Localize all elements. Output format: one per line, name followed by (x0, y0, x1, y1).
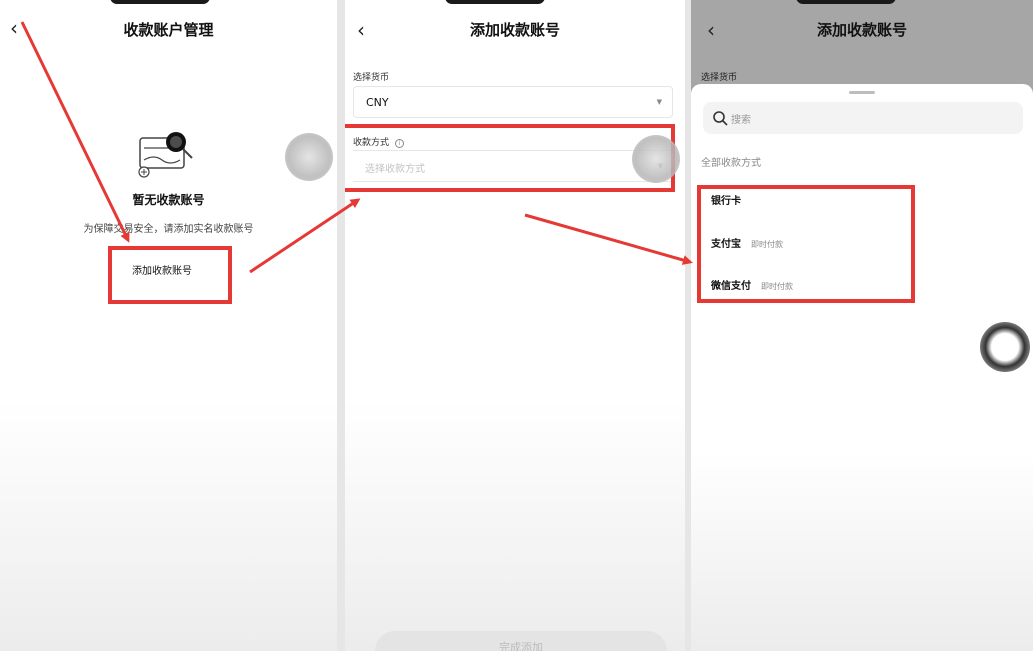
search-placeholder: 搜索 (731, 115, 751, 126)
phone-notch (445, 0, 545, 4)
phone-notch (796, 0, 896, 4)
sheet-handle[interactable] (849, 91, 875, 94)
empty-card-search-icon (138, 132, 193, 178)
screen-payment-method-sheet: ‹ 添加收款账号 选择货币 搜索 全部收款方式 银行卡 支付宝 即时付款 微信支付… (691, 0, 1033, 651)
complete-add-button[interactable]: 完成添加 (375, 631, 667, 651)
currency-label: 选择货币 (353, 73, 390, 83)
touch-indicator-icon (632, 135, 680, 183)
add-account-button[interactable]: 添加收款账号 (108, 246, 232, 304)
fade-overlay (0, 401, 337, 651)
section-title: 全部收款方式 (701, 158, 761, 169)
search-input[interactable]: 搜索 (703, 102, 1023, 134)
fade-overlay (345, 401, 685, 651)
highlight-box (697, 185, 915, 303)
page-title: 收款账户管理 (123, 21, 214, 39)
empty-state-subtitle: 为保障交易安全，请添加实名收款账号 (83, 224, 254, 235)
touch-indicator-icon (980, 322, 1030, 372)
page-title: 添加收款账号 (469, 21, 560, 39)
currency-select[interactable]: CNY ▼ (353, 86, 673, 118)
phone-notch (110, 0, 210, 4)
touch-indicator-icon (285, 133, 333, 181)
currency-label: 选择货币 (701, 73, 738, 83)
page-title: 添加收款账号 (816, 21, 907, 39)
screen-add-account: ‹ 添加收款账号 选择货币 CNY ▼ 收款方式 i 选择收款方式 ▼ 完成添加 (345, 0, 685, 651)
chevron-down-icon: ▼ (656, 98, 662, 106)
empty-state-title: 暂无收款账号 (132, 193, 205, 207)
currency-value: CNY (366, 96, 389, 109)
search-icon (713, 111, 728, 126)
fade-overlay (691, 451, 1033, 651)
highlight-box (345, 124, 675, 192)
screen-account-management: ‹ 收款账户管理 暂无收款账号 为保障交易安全，请添加实名收款账号 添加收款账号 (0, 0, 337, 651)
